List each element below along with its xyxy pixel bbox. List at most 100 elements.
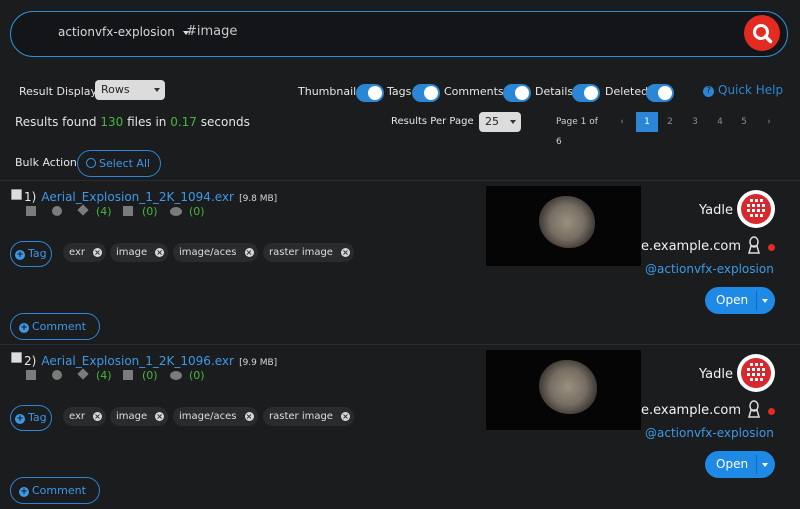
results-time: 0.17 [170, 115, 197, 129]
result-display-value: Rows [101, 83, 130, 96]
search-input[interactable]: #image [186, 24, 237, 39]
open-divider [756, 455, 757, 474]
plus-icon: + [15, 414, 25, 424]
collection-handle-link[interactable]: @actionvfx-explosion [645, 426, 774, 440]
toggle-label-tags: Tags [387, 85, 412, 98]
comment-icon [170, 207, 182, 216]
chevron-down-icon[interactable] [762, 299, 768, 303]
toggle-label-deleted: Deleted [605, 85, 649, 98]
help-icon: ? [703, 86, 714, 97]
copy-path-icon[interactable] [26, 370, 36, 380]
tag-chip: image × [110, 243, 169, 262]
tag-chip: exr × [63, 243, 107, 262]
search-button[interactable] [744, 15, 780, 51]
check-circle-icon [86, 158, 96, 168]
toggle-comments[interactable] [503, 84, 531, 102]
owner-name: Yadle [699, 367, 733, 382]
open-button-label: Open [716, 457, 749, 471]
plus-icon: + [19, 487, 29, 497]
page-2[interactable]: 2 [659, 112, 681, 132]
tag-chip-label: image [116, 411, 148, 422]
bulk-action-label: Bulk Action [15, 156, 77, 169]
tag-chip: exr × [63, 407, 107, 426]
page-4[interactable]: 4 [709, 112, 731, 132]
tag-icon [77, 368, 89, 380]
results-count: 130 [100, 115, 124, 129]
result-filesize: [9.8 MB] [239, 194, 278, 204]
toggle-details[interactable] [572, 84, 600, 102]
result-divider [0, 344, 800, 345]
comment-button-label: Comment [32, 484, 86, 497]
comment-button[interactable]: + Comment [10, 313, 100, 340]
remove-tag-icon[interactable]: × [155, 248, 165, 257]
page-next[interactable]: › [758, 112, 780, 132]
open-button[interactable]: Open [705, 451, 775, 478]
result-filename-link[interactable]: Aerial_Explosion_1_2K_1096.exr [41, 354, 234, 368]
open-button-label: Open [716, 293, 749, 307]
tag-button[interactable]: + Tag [10, 241, 52, 267]
quick-help-link[interactable]: ? Quick Help [703, 83, 783, 97]
comments-count: (0) [189, 205, 205, 218]
tag-chip: raster image × [263, 407, 354, 426]
remove-tag-icon[interactable]: × [244, 248, 254, 257]
result-index: 1) [24, 190, 37, 204]
tag-chip: image/aces × [173, 243, 258, 262]
tag-chip-label: raster image [269, 247, 333, 258]
results-prefix: Results found [15, 115, 97, 129]
device-domain: e.example.com [641, 403, 741, 418]
toggle-deleted[interactable] [646, 84, 674, 102]
quick-help-label: Quick Help [718, 83, 784, 97]
tags-count: (4) [96, 369, 112, 382]
tag-chip-label: exr [69, 247, 86, 258]
linux-icon [746, 236, 762, 258]
select-all-button[interactable]: Select All [77, 150, 161, 177]
per-page-select[interactable]: 25 [479, 112, 521, 132]
remove-tag-icon[interactable]: × [155, 412, 165, 421]
collection-handle-link[interactable]: @actionvfx-explosion [645, 262, 774, 276]
page-prev[interactable]: ‹ [611, 112, 633, 132]
copy-path-icon[interactable] [26, 206, 36, 216]
chevron-down-icon[interactable] [762, 463, 768, 467]
page-5[interactable]: 5 [733, 112, 755, 132]
result-checkbox[interactable] [11, 189, 22, 200]
toggle-label-details: Details [535, 85, 574, 98]
tag-chip-label: image [116, 247, 148, 258]
result-divider [0, 180, 800, 181]
comment-button[interactable]: + Comment [10, 477, 100, 504]
avatar [737, 354, 775, 392]
result-display-select[interactable]: Rows [95, 80, 165, 100]
info-icon[interactable] [52, 370, 62, 380]
tag-button-label: Tag [28, 247, 47, 260]
chevron-down-icon [510, 120, 516, 124]
linux-icon [746, 400, 762, 422]
toggle-label-thumbnail: Thumbnail [298, 85, 357, 98]
result-thumbnail[interactable] [486, 350, 641, 430]
copies-count: (0) [142, 369, 158, 382]
result-thumbnail[interactable] [486, 186, 641, 266]
avatar-logo-icon [741, 194, 771, 224]
result-display-label: Result Display: [19, 85, 100, 98]
open-button[interactable]: Open [705, 287, 775, 314]
collection-label: actionvfx-explosion [58, 25, 175, 39]
toggle-tags[interactable] [412, 84, 440, 102]
remove-tag-icon[interactable]: × [93, 248, 103, 257]
device-domain: e.example.com [641, 239, 741, 254]
result-filename-link[interactable]: Aerial_Explosion_1_2K_1094.exr [41, 190, 234, 204]
select-all-label: Select All [99, 157, 151, 170]
remove-tag-icon[interactable]: × [340, 248, 350, 257]
collection-selector[interactable]: actionvfx-explosion [58, 25, 189, 39]
remove-tag-icon[interactable]: × [244, 412, 254, 421]
tag-chip-label: image/aces [179, 247, 237, 258]
page-3[interactable]: 3 [684, 112, 706, 132]
remove-tag-icon[interactable]: × [93, 412, 103, 421]
remove-tag-icon[interactable]: × [340, 412, 350, 421]
plus-icon: + [19, 323, 29, 333]
info-icon[interactable] [52, 206, 62, 216]
explosion-image [539, 360, 597, 414]
page-1[interactable]: 1 [636, 112, 658, 132]
tag-button[interactable]: + Tag [10, 405, 52, 431]
per-page-value: 25 [485, 115, 499, 128]
result-checkbox[interactable] [11, 352, 22, 363]
toggle-thumbnail[interactable] [356, 84, 384, 102]
result-filesize: [9.9 MB] [239, 358, 278, 368]
